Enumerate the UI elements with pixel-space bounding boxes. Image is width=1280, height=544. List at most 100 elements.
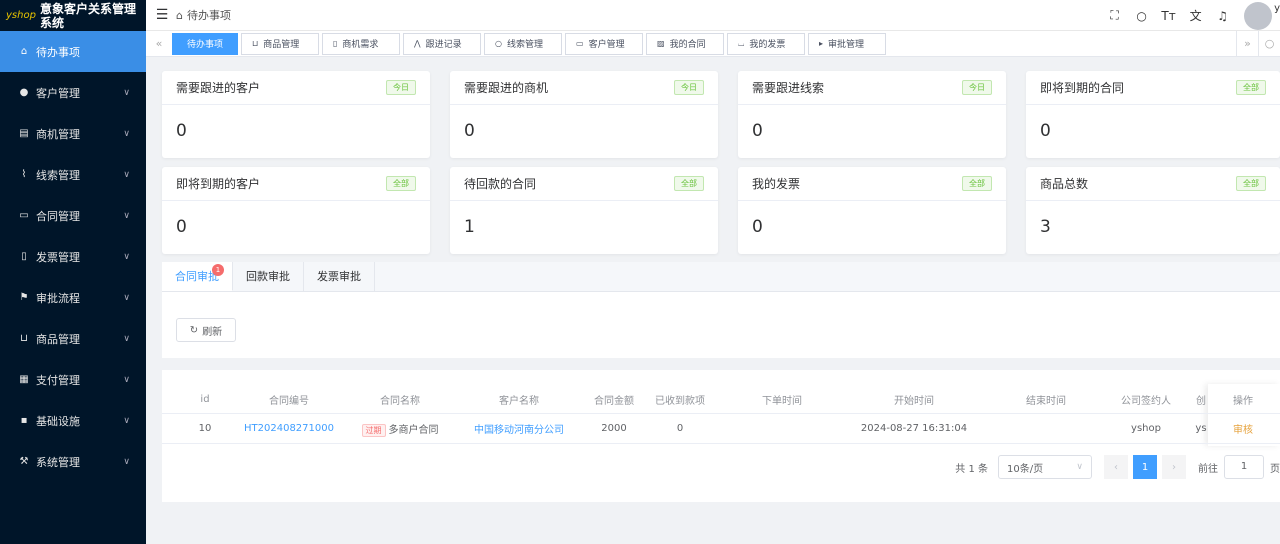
cell-contract-no[interactable]: HT202408271000: [242, 423, 336, 434]
menu-toggle-icon[interactable]: ☰: [148, 7, 176, 23]
sidebar: yshop 意象客户关系管理系统 ⌂ 待办事项 ● 客户管理 ∨ ▤ 商机管理 ∨ ⌇ 线索管理 ∨…: [0, 0, 146, 544]
sidebar-item-8[interactable]: ▦ 支付管理 ∨: [0, 359, 146, 400]
tab-3[interactable]: ⋀ 跟进记录: [403, 32, 481, 55]
card-badge[interactable]: 今日: [962, 80, 992, 95]
goto-page-input[interactable]: 1: [1224, 455, 1264, 479]
sidebar-item-6[interactable]: ⚑ 审批流程 ∨: [0, 277, 146, 318]
avatar[interactable]: [1244, 1, 1273, 30]
sidebar-item-7[interactable]: ⊔ 商品管理 ∨: [0, 318, 146, 359]
tab-label: 回款审批: [246, 270, 290, 283]
tab-invoice-approval[interactable]: 发票审批: [304, 262, 375, 291]
tab-label: 待办事项: [186, 40, 223, 50]
card-value: 0: [176, 121, 187, 141]
tab-label: 商品管理: [263, 40, 300, 50]
refresh-icon: ↻: [189, 324, 199, 336]
card-badge[interactable]: 全部: [962, 176, 992, 191]
search-icon[interactable]: ○: [1128, 9, 1155, 23]
card-header: 即将到期的客户 全部: [162, 167, 430, 201]
user-name[interactable]: y: [1274, 3, 1280, 14]
tab-icon: ⌴: [738, 38, 745, 48]
tab-contract-approval[interactable]: 合同审批 1: [162, 262, 233, 291]
language-icon[interactable]: 文: [1182, 7, 1209, 24]
brand: yshop 意象客户关系管理系统: [0, 0, 146, 31]
card-badge[interactable]: 今日: [386, 80, 416, 95]
top-header: ☰ ⌂ 待办事项 ⛶ ○ Tт 文 ♫ y: [146, 0, 1280, 31]
tab-7[interactable]: ⌴ 我的发票: [727, 32, 805, 55]
stat-card: 即将到期的合同 全部 0: [1026, 71, 1280, 158]
page-size-value: 10条/页: [1007, 463, 1044, 475]
tab-8[interactable]: ▸ 审批管理: [808, 32, 886, 55]
sidebar-item-4[interactable]: ▭ 合同管理 ∨: [0, 195, 146, 236]
card-title: 需要跟进线索: [752, 81, 825, 95]
card-title: 商品总数: [1040, 177, 1089, 191]
card-header: 待回款的合同 全部: [450, 167, 718, 201]
tabs-refresh-icon[interactable]: ○: [1258, 31, 1280, 57]
sidebar-item-10[interactable]: ⚒ 系统管理 ∨: [0, 441, 146, 482]
card-value: 3: [1040, 217, 1051, 237]
home-icon: ⌂: [176, 8, 183, 22]
sidebar-item-label: 基础设施: [36, 414, 80, 428]
sidebar-item-3[interactable]: ⌇ 线索管理 ∨: [0, 154, 146, 195]
breadcrumb-current: 待办事项: [186, 9, 231, 22]
font-size-icon[interactable]: Tт: [1155, 9, 1182, 23]
card-badge[interactable]: 全部: [1236, 80, 1266, 95]
cell-signer: yshop: [1131, 423, 1161, 434]
cell-customer[interactable]: 中国移动河南分公司: [468, 421, 570, 436]
tab-2[interactable]: ▯ 商机需求: [322, 32, 400, 55]
card-badge[interactable]: 全部: [674, 176, 704, 191]
next-page-button[interactable]: ›: [1162, 455, 1186, 479]
pending-count-badge: 1: [212, 264, 224, 276]
tab-icon: ▭: [576, 39, 584, 48]
sidebar-item-0[interactable]: ⌂ 待办事项: [0, 31, 146, 72]
table-row: 10 HT202408271000 过期 多商户合同 中国移动河南分公司 2000…: [162, 414, 1280, 444]
tab-1[interactable]: ⊔ 商品管理: [241, 32, 319, 55]
cart-icon: ⊔: [20, 333, 28, 344]
paperclip-icon: ⌇: [21, 169, 27, 180]
audit-button[interactable]: 审核: [1226, 421, 1260, 436]
table-header: id 合同编号 合同名称 客户名称 合同金额 已收到款项 下单时间 开始时间 结…: [162, 386, 1280, 414]
card-header: 需要跟进的商机 今日: [450, 71, 718, 105]
approval-panel: 合同审批 1 回款审批 发票审批 ↻ 刷新: [162, 262, 1280, 358]
grid-icon: ▪: [20, 415, 28, 426]
tabs-scroll-left-icon[interactable]: «: [146, 37, 172, 50]
tab-0[interactable]: 待办事项: [172, 32, 238, 55]
sidebar-item-label: 系统管理: [36, 455, 80, 469]
tabs-scroll-right-icon[interactable]: »: [1236, 31, 1258, 57]
card-title: 即将到期的客户: [176, 177, 261, 191]
contract-name-text: 多商户合同: [388, 424, 439, 436]
refresh-button[interactable]: ↻ 刷新: [176, 318, 236, 342]
page-suffix: 页: [1270, 463, 1280, 475]
sidebar-item-label: 商机管理: [36, 127, 80, 141]
bell-icon[interactable]: ♫: [1209, 9, 1236, 23]
user-icon: ●: [19, 87, 29, 98]
card-header: 商品总数 全部: [1026, 167, 1280, 201]
tab-6[interactable]: ▨ 我的合同: [646, 32, 724, 55]
tab-label: 审批管理: [828, 40, 865, 50]
prev-page-button[interactable]: ‹: [1104, 455, 1128, 479]
page-size-select[interactable]: 10条/页 ∨: [998, 455, 1092, 479]
expired-tag: 过期: [361, 423, 386, 437]
cell-start-time: 2024-08-27 16:31:04: [860, 423, 968, 434]
tab-4[interactable]: ○ 线索管理: [484, 32, 562, 55]
card-title: 我的发票: [752, 177, 801, 191]
card-badge[interactable]: 全部: [386, 176, 416, 191]
fullscreen-icon[interactable]: ⛶: [1101, 8, 1128, 23]
tab-payment-approval[interactable]: 回款审批: [233, 262, 304, 291]
tab-5[interactable]: ▭ 客户管理: [565, 32, 643, 55]
tab-label: 我的发票: [749, 40, 786, 50]
sidebar-item-2[interactable]: ▤ 商机管理 ∨: [0, 113, 146, 154]
sidebar-item-1[interactable]: ● 客户管理 ∨: [0, 72, 146, 113]
th-amount: 合同金额: [594, 396, 634, 407]
sidebar-item-9[interactable]: ▪ 基础设施 ∨: [0, 400, 146, 441]
contract-table: id 合同编号 合同名称 客户名称 合同金额 已收到款项 下单时间 开始时间 结…: [162, 370, 1280, 502]
stat-card: 待回款的合同 全部 1: [450, 167, 718, 254]
pagination: 共 1 条 10条/页 ∨ ‹ 1 › 前往 1 页: [955, 455, 1280, 479]
tab-icon: ○: [495, 39, 502, 48]
tab-icon: ⊔: [252, 39, 259, 48]
sidebar-item-5[interactable]: ▯ 发票管理 ∨: [0, 236, 146, 277]
page-number-button[interactable]: 1: [1133, 455, 1157, 479]
chevron-down-icon: ∨: [123, 333, 130, 344]
cell-amount: 2000: [601, 423, 627, 434]
card-badge[interactable]: 全部: [1236, 176, 1266, 191]
card-badge[interactable]: 今日: [674, 80, 704, 95]
